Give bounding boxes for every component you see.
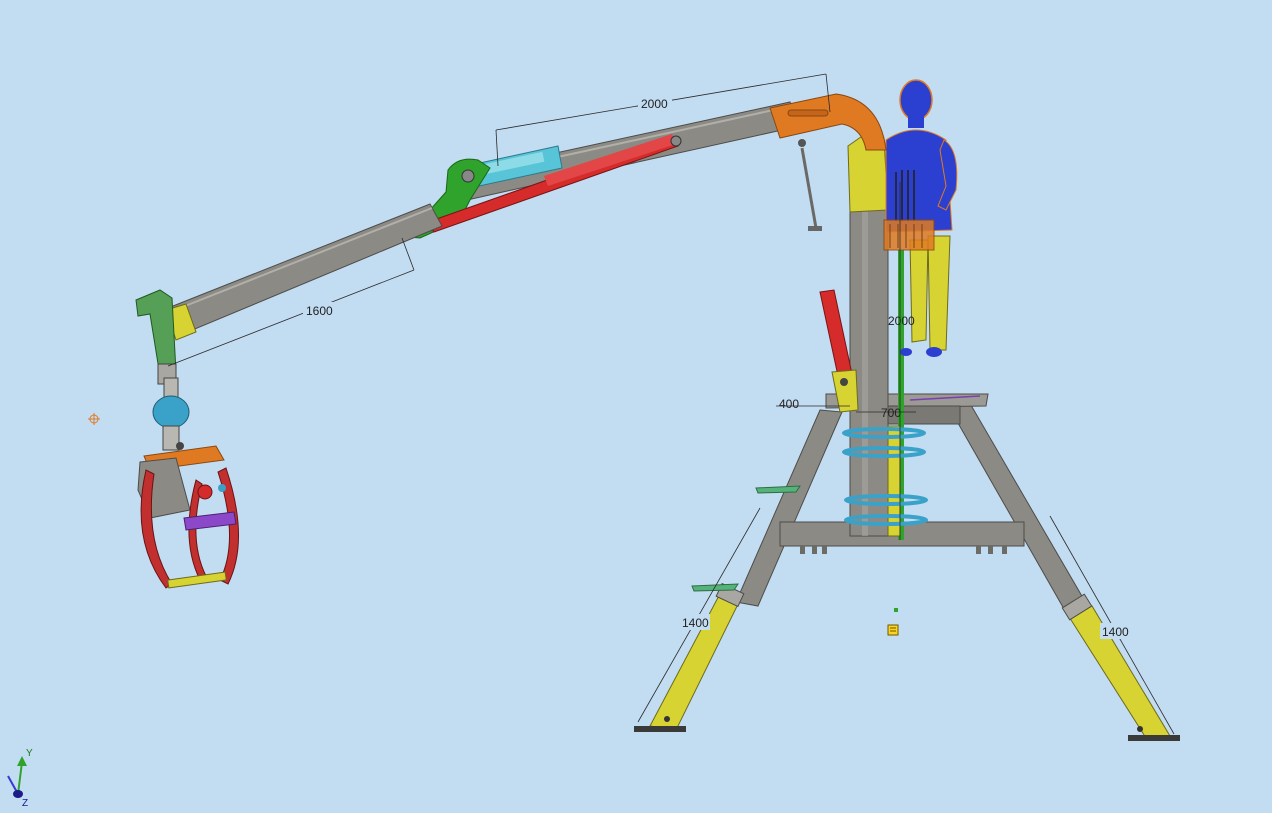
grapple-assembly[interactable] [137,377,239,589]
dimension-annotations [167,73,1175,735]
lower-boom[interactable] [135,203,443,385]
mannequin-leg-front [927,235,951,351]
cad-viewport[interactable]: 2000 1600 2000 400 700 1400 1400 Y Z [0,0,1272,809]
view-triad[interactable]: Y Z [7,748,33,809]
base-frame[interactable] [634,393,1180,741]
left-leg-extension[interactable] [649,589,743,731]
dim-label-mast[interactable]: 2000 [888,314,915,328]
mannequin-head [899,79,933,121]
left-leg-upper[interactable] [735,409,843,607]
control-valve-block[interactable] [883,219,935,251]
triad-z-axis [13,790,23,798]
cross-beam-brackets [800,546,1007,554]
rotator-bracket-green[interactable] [135,289,177,377]
cad-model-svg: 2000 1600 2000 400 700 1400 1400 Y Z [7,73,1180,809]
hanging-rod [800,147,818,229]
dim-label-lower-boom[interactable]: 1600 [306,304,333,318]
upper-boom[interactable] [395,93,887,239]
dim-label-left-leg[interactable]: 1400 [682,616,709,630]
dim-label-upper-boom[interactable]: 2000 [641,97,668,111]
triad-z-label: Z [22,798,28,808]
step-plate-upper[interactable] [755,485,801,494]
triad-y-axis [17,761,23,795]
dim-label-right-leg[interactable]: 1400 [1102,625,1129,639]
point-marker [894,608,898,612]
dim-label-offset-400[interactable]: 400 [779,397,799,411]
mast-column[interactable] [849,169,889,537]
right-foot-bolt [1137,726,1143,732]
dim-label-offset-700[interactable]: 700 [881,406,901,420]
left-foot-bolt [664,716,670,722]
slew-cylinder[interactable] [819,289,853,377]
right-leg-upper[interactable] [945,399,1091,617]
right-foot-plate[interactable] [1128,735,1180,741]
rotator-body[interactable] [152,395,190,429]
note-marker-icon[interactable] [887,624,899,636]
left-foot-plate[interactable] [634,726,686,732]
origin-marker-icon[interactable] [88,413,100,425]
triad-y-label: Y [26,748,33,759]
